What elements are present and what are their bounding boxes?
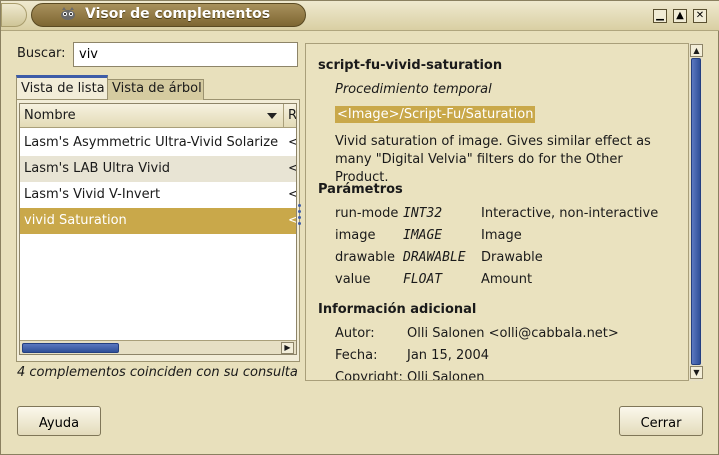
list-item-selected[interactable]: vivid Saturation < [20,208,296,234]
list-item[interactable]: Lasm's LAB Ultra Vivid < [20,156,296,182]
list-item[interactable]: Lasm's Vivid V-Invert < [20,182,296,208]
procedure-name: script-fu-vivid-saturation [318,58,503,73]
param-type: DRAWABLE [403,250,466,265]
sort-down-icon [267,113,277,119]
column-header-name-label: Nombre [24,108,76,123]
param-desc: Image [481,228,522,243]
parameters-heading: Parámetros [318,182,403,197]
additional-row: Fecha: Jan 15, 2004 [335,348,489,363]
param-desc: Interactive, non-interactive [481,206,659,221]
param-type: FLOAT [403,272,443,287]
procedure-blurb: Vivid saturation of image. Gives similar… [335,134,651,185]
scroll-up-button[interactable]: ▲ [690,44,703,57]
help-button[interactable]: Ayuda [17,406,101,436]
param-desc: Amount [481,272,533,287]
minimize-button[interactable]: ▁ [653,9,667,23]
maximize-icon: ▲ [676,10,684,21]
search-input[interactable] [73,42,298,67]
additional-row: Autor: Olli Salonen <olli@cabbala.net> [335,326,619,341]
pane-resize-handle[interactable] [298,201,302,231]
arrow-right-icon: ▶ [284,343,291,352]
additional-row: Copyright: Olli Salonen [335,370,484,381]
param-desc: Drawable [481,250,543,265]
window-title: Visor de complementos [85,6,271,22]
list-item[interactable]: Lasm's Asymmetric Ultra-Vivid Solarize < [20,130,296,156]
title-bar[interactable]: Visor de complementos ▁ ▲ ✕ [1,1,719,31]
plugin-list[interactable]: Nombre R Lasm's Asymmetric Ultra-Vivid S… [19,103,297,355]
param-type: INT32 [403,206,443,221]
param-row: drawable DRAWABLE Drawable [335,250,543,265]
vertical-scrollbar-thumb[interactable] [691,58,701,365]
tab-tree-view[interactable]: Vista de árbol [107,79,204,100]
list-item-r: < [288,135,296,150]
additional-value: Jan 15, 2004 [407,348,490,363]
column-header-name[interactable]: Nombre [20,104,284,128]
param-name: image [335,228,376,243]
param-name: drawable [335,250,396,265]
search-label: Buscar: [17,46,66,61]
close-button[interactable]: Cerrar [619,406,703,436]
param-row: value FLOAT Amount [335,272,532,287]
horizontal-scrollbar-thumb[interactable] [22,343,119,353]
scroll-right-button[interactable]: ▶ [281,342,294,354]
list-item-name: Lasm's Vivid V-Invert [24,187,161,202]
maximize-button[interactable]: ▲ [673,9,687,23]
match-count-status: 4 complementos coinciden con su consulta [17,365,298,380]
param-type: IMAGE [403,228,443,243]
column-header-r[interactable]: R [284,104,296,128]
arrow-up-icon: ▲ [693,45,700,55]
param-name: value [335,272,371,287]
arrow-down-icon: ▼ [693,367,700,377]
plugin-browser-window: Visor de complementos ▁ ▲ ✕ Buscar: Vist… [0,0,719,455]
param-row: image IMAGE Image [335,228,522,243]
additional-value: Olli Salonen [407,370,485,381]
vertical-scrollbar[interactable]: ▲ ▼ [688,43,703,381]
close-icon: ✕ [695,10,705,21]
additional-info-heading: Información adicional [318,302,477,317]
additional-label: Autor: [335,326,375,341]
horizontal-scrollbar[interactable]: ▶ [20,340,296,354]
wilber-icon [61,7,75,20]
additional-label: Copyright: [335,370,403,381]
list-item-name: Lasm's Asymmetric Ultra-Vivid Solarize [24,135,279,150]
procedure-type: Procedimiento temporal [335,82,492,97]
minimize-icon: ▁ [656,10,664,21]
window-menu-button[interactable] [1,3,27,27]
scroll-down-button[interactable]: ▼ [690,366,703,379]
tab-list-view[interactable]: Vista de lista [16,75,108,99]
list-item-r: < [288,187,296,202]
additional-value: Olli Salonen <olli@cabbala.net> [407,326,619,341]
list-item-r: < [288,161,296,176]
procedure-info-panel: script-fu-vivid-saturation Procedimiento… [305,43,703,381]
param-name: run-mode [335,206,399,221]
param-row: run-mode INT32 Interactive, non-interact… [335,206,658,221]
list-item-name: Lasm's LAB Ultra Vivid [24,161,171,176]
additional-label: Fecha: [335,348,378,363]
menu-path: <Image>/Script-Fu/Saturation [335,106,536,123]
list-item-r: < [288,213,296,228]
list-item-name: vivid Saturation [24,213,127,228]
close-window-button[interactable]: ✕ [693,9,707,23]
